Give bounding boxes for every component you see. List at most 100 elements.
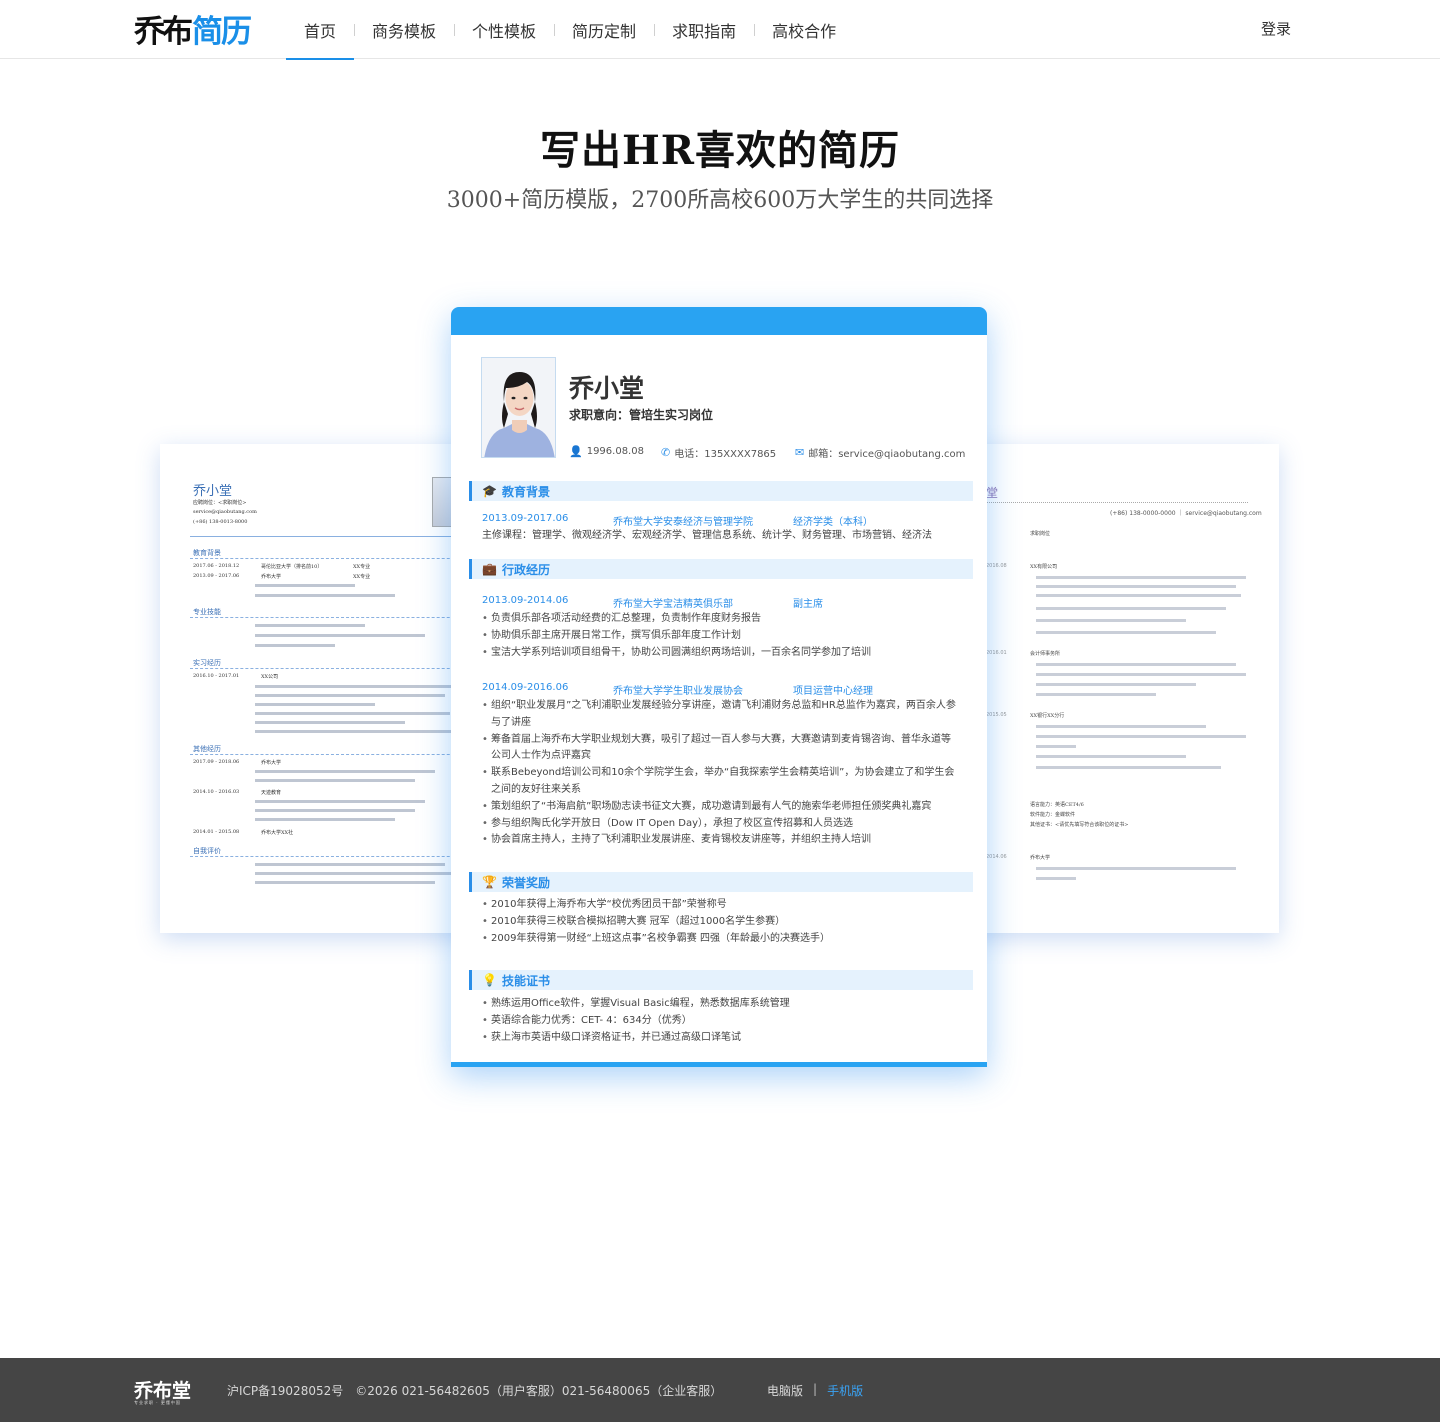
lightbulb-icon: 💡 [482, 973, 497, 987]
hero-subtitle: 3000+简历模版，2700所高校600万大学生的共同选择 [446, 188, 994, 213]
left-resume-preview[interactable]: 乔小堂 应聘岗位：<求职岗位> service@qiaobutang.com (… [160, 444, 490, 933]
section-admin: 💼 行政经历 [469, 559, 973, 579]
right-resume-contact: (+86) 138-0000-0000 ｜ service@qiaobutang… [1110, 510, 1262, 517]
section-education: 🎓 教育背景 [469, 481, 973, 501]
text-placeholder [1036, 735, 1246, 738]
right-resume-preview[interactable]: 堂 (+86) 138-0000-0000 ｜ service@qiaobuta… [950, 444, 1279, 933]
main-resume-preview[interactable]: 乔小堂 求职意向：管培生实习岗位 👤 1996.08.08 ✆ 电话：135XX… [451, 307, 987, 1067]
right-date: 2015.05 [986, 712, 1007, 718]
admin-bullets-2: 组织“职业发展月”之飞利浦职业发展经验分享讲座，邀请飞利浦财务总监和HR总监作为… [482, 698, 960, 849]
list-item: 协助俱乐部主席开展日常工作，撰写俱乐部年度工作计划 [482, 628, 972, 645]
nav-resume-custom[interactable]: 简历定制 [554, 0, 654, 59]
admin-row-1: 2013.09-2014.06 乔布堂大学宝洁精英俱乐部 副主席 [482, 595, 823, 610]
text-placeholder [1036, 745, 1076, 748]
nav-university[interactable]: 高校合作 [754, 0, 854, 59]
list-item: 联系Bebeyond培训公司和10余个学院学生会，举办“自我探索学生会精英培训”… [482, 765, 960, 799]
resume-email: ✉ 邮箱：service@qiaobutang.com [795, 445, 965, 460]
text-placeholder [1036, 631, 1216, 634]
mail-icon: ✉ [795, 446, 805, 459]
list-item: 获上海市英语中级口译资格证书，并已通过高级口译笔试 [482, 1030, 972, 1047]
right-resume-name: 堂 [986, 486, 999, 500]
right-extra: 软件能力：金蝶软件 [1030, 812, 1076, 818]
nav-business-templates[interactable]: 商务模板 [354, 0, 454, 59]
mobile-version-link[interactable]: 手机版 [827, 1382, 863, 1399]
trophy-icon: 🏆 [482, 875, 497, 889]
text-placeholder [1036, 693, 1156, 696]
text-placeholder [1036, 585, 1236, 588]
nav-home[interactable]: 首页 [286, 0, 355, 60]
list-item: 宝洁大学系列培训项目组骨干，协助公司圆满组织两场培训，一百余名同学参加了培训 [482, 645, 972, 662]
text-placeholder [1036, 683, 1196, 686]
left-row: 2013.09 - 2017.06 乔布大学 XX专业 [193, 573, 371, 580]
divider [190, 668, 490, 669]
divider [190, 536, 490, 537]
text-placeholder [255, 694, 445, 697]
birth-text: 1996.08.08 [586, 446, 644, 457]
text-placeholder [255, 584, 355, 587]
left-section-education: 教育背景 [193, 549, 221, 557]
footer-logo[interactable]: 乔布堂 [134, 1376, 191, 1403]
left-row: 2014.01 - 2015.08 乔布大学XX社 [193, 829, 294, 836]
text-placeholder [255, 685, 455, 688]
left-section-skills: 专业技能 [193, 608, 221, 616]
list-item: 协会首席主持人，主持了飞利浦职业发展讲座、麦肯锡校友讲座等，并组织主持人培训 [482, 832, 960, 849]
section-skills: 💡 技能证书 [469, 970, 973, 990]
person-icon: 👤 [569, 445, 583, 458]
text-placeholder [1036, 619, 1186, 622]
portrait-image [482, 358, 555, 457]
text-placeholder [1036, 766, 1221, 769]
left-resume-email: service@qiaobutang.com [193, 509, 257, 515]
admin-bullets-1: 负责俱乐部各项活动经费的汇总整理，负责制作年度财务报告 协助俱乐部主席开展日常工… [482, 611, 972, 661]
left-section-self: 自我评价 [193, 847, 221, 855]
pc-version-link[interactable]: 电脑版 [767, 1382, 803, 1399]
text-placeholder [1036, 673, 1246, 676]
divider [190, 617, 490, 618]
text-placeholder [255, 634, 425, 637]
list-item: 英语综合能力优秀：CET- 4：634分（优秀） [482, 1013, 972, 1030]
text-placeholder [255, 872, 455, 875]
education-row: 2013.09-2017.06 乔布堂大学安泰经济与管理学院 经济学类（本科） [482, 513, 873, 528]
section-honors: 🏆 荣誉奖励 [469, 872, 973, 892]
left-resume-name: 乔小堂 [193, 484, 233, 499]
section-title: 技能证书 [501, 973, 550, 988]
text-placeholder [1036, 607, 1226, 610]
nav-personal-templates[interactable]: 个性模板 [454, 0, 554, 59]
resume-name: 乔小堂 [569, 374, 645, 403]
resume-phone: ✆ 电话：135XXXX7865 [661, 445, 776, 460]
text-placeholder [1036, 867, 1236, 870]
education-courses: 主修课程：管理学、微观经济学、宏观经济学、管理信息系统、统计学、财务管理、市场营… [482, 530, 932, 541]
footer-icp: 沪ICP备19028052号 ©2026 021-56482605（用户客服）0… [227, 1384, 723, 1398]
divider [190, 856, 490, 857]
site-logo[interactable]: 乔布 简历 [134, 10, 252, 50]
divider [190, 558, 490, 559]
text-placeholder [255, 818, 395, 821]
section-title: 行政经历 [501, 562, 550, 577]
list-item: 参与组织陶氏化学开放日（Dow IT Open Day），承担了校区宣传招募和人… [482, 816, 960, 833]
left-resume-phone: (+86) 138-0013-8000 [193, 519, 248, 525]
text-placeholder [255, 712, 450, 715]
left-row: 2016.10 - 2017.01 XX公司 [193, 673, 279, 680]
list-item: 组织“职业发展月”之飞利浦职业发展经验分享讲座，邀请飞利浦财务总监和HR总监作为… [482, 698, 960, 732]
login-link[interactable]: 登录 [1261, 18, 1291, 39]
text-placeholder [255, 863, 445, 866]
nav-job-guide[interactable]: 求职指南 [654, 0, 754, 59]
section-title: 荣誉奖励 [501, 875, 550, 890]
list-item: 2010年获得上海乔布大学“校优秀团员干部”荣誉称号 [482, 897, 972, 914]
text-placeholder [255, 800, 425, 803]
skills-bullets: 熟练运用Office软件，掌握Visual Basic编程，熟悉数据库系统管理 … [482, 996, 972, 1046]
text-placeholder [255, 770, 435, 773]
phone-icon: ✆ [661, 446, 671, 459]
resume-bottom-bar [451, 1062, 987, 1067]
right-extra: 其他证书：<请优先填写符合该职位的证书> [1030, 822, 1129, 828]
right-date: 2016.01 [986, 650, 1007, 656]
footer-logo-tagline: 专业求职 · 更懂中国 [134, 1400, 181, 1405]
list-item: 2009年获得第一财经“上班这点事”名校争霸赛 四强（年龄最小的决赛选手） [482, 931, 972, 948]
list-item: 负责俱乐部各项活动经费的汇总整理，负责制作年度财务报告 [482, 611, 972, 628]
right-resume-label: 求职岗位 [1030, 531, 1051, 537]
list-item: 策划组织了“书海启航”职场励志读书征文大赛，成功邀请到最有人气的施索华老师担任颁… [482, 799, 960, 816]
logo-text-black: 乔布 [134, 13, 193, 50]
site-footer: 乔布堂 专业求职 · 更懂中国 沪ICP备19028052号 ©2026 021… [0, 1358, 1440, 1422]
separator: | [813, 1382, 818, 1396]
resume-top-bar [451, 307, 987, 335]
briefcase-icon: 💼 [482, 562, 497, 576]
